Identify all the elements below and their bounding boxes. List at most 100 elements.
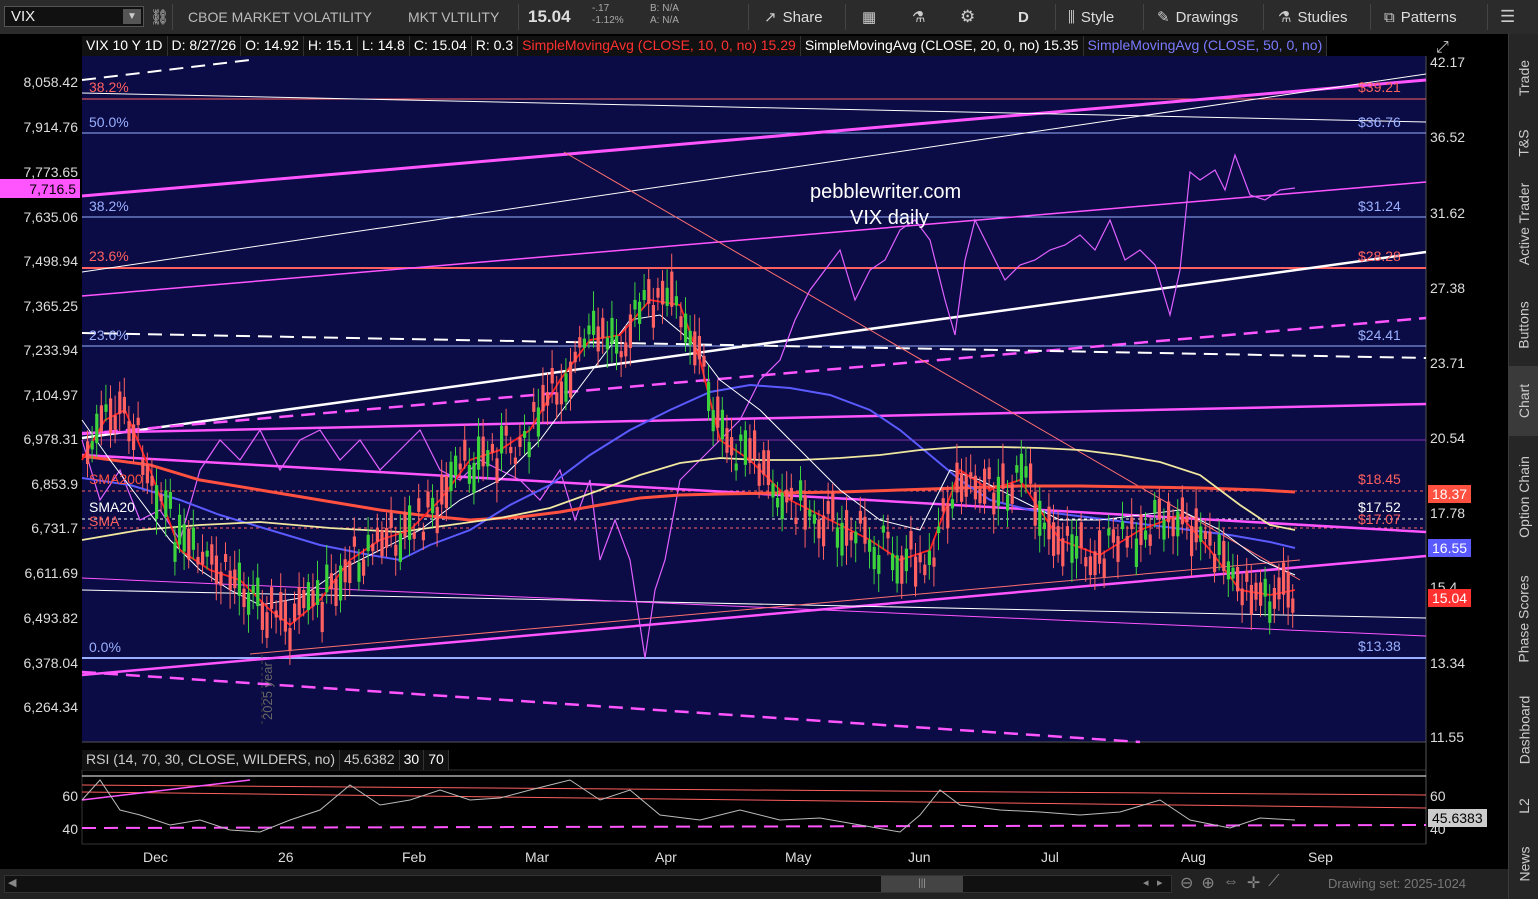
- candle-body: [693, 331, 697, 366]
- chart-area[interactable]: pebblewriter.com VIX daily 2025 year 38.…: [0, 34, 1508, 869]
- candle-body: [743, 430, 747, 465]
- candle-body: [500, 425, 504, 454]
- candle-body: [380, 530, 384, 557]
- link-icon[interactable]: ⛓: [150, 8, 169, 26]
- candle-body: [1024, 466, 1028, 478]
- scroll-left-step-icon[interactable]: ◂: [1143, 876, 1149, 889]
- left-axis-tick: 8,058.42: [24, 74, 79, 90]
- symbol-selector[interactable]: VIX ▼: [4, 6, 144, 27]
- drawings-button[interactable]: ✎ Drawings: [1157, 6, 1238, 28]
- sidebar-tab-buttons[interactable]: Buttons: [1509, 290, 1538, 360]
- gear-icon[interactable]: ⚙: [960, 7, 975, 27]
- sidebar-tab-dashboard[interactable]: Dashboard: [1509, 680, 1538, 780]
- zoom-in-icon[interactable]: ⊕: [1201, 873, 1214, 893]
- rsi-value-tag: 45.6383: [1428, 809, 1487, 827]
- sidebar-tab-option-chain[interactable]: Option Chain: [1509, 442, 1538, 552]
- candle-body: [812, 514, 816, 524]
- sidebar-tab-trade[interactable]: Trade: [1509, 48, 1538, 108]
- candle-body: [1226, 561, 1230, 580]
- studies-button[interactable]: ⚗ Studies: [1278, 6, 1348, 28]
- left-axis-tick: 7,773.65: [24, 164, 79, 180]
- sma20-label[interactable]: SimpleMovingAvg (CLOSE, 20, 0, no) 15.35: [801, 36, 1084, 56]
- rsi-label[interactable]: RSI (14, 70, 30, CLOSE, WILDERS, no): [82, 750, 340, 770]
- crosshair-icon[interactable]: ✛: [1247, 873, 1260, 893]
- candle-body: [339, 565, 343, 601]
- candle-body: [95, 413, 99, 444]
- candle-body: [1259, 582, 1263, 606]
- candle-body: [1217, 534, 1221, 556]
- left-axis-tick: 6,853.9: [31, 476, 78, 492]
- candle-body: [1065, 526, 1069, 536]
- candle-body: [316, 580, 320, 605]
- candle-body: [136, 417, 140, 426]
- candle-body: [886, 531, 890, 539]
- sidebar-tab-news[interactable]: News: [1509, 834, 1538, 894]
- candle-body: [955, 462, 959, 493]
- candle-body: [803, 495, 807, 530]
- candle-body: [205, 550, 209, 557]
- candle-body: [260, 602, 264, 630]
- patterns-button[interactable]: ⧉ Patterns: [1384, 6, 1457, 28]
- grid-layout-icon[interactable]: ▦: [862, 8, 876, 26]
- chevron-down-icon[interactable]: ▼: [123, 9, 141, 24]
- candle-body: [362, 559, 366, 576]
- drawing-set-label[interactable]: Drawing set: 2025-1024: [1328, 876, 1466, 891]
- scrollbar-thumb[interactable]: |||: [881, 876, 963, 892]
- time-axis-tick: Jul: [1041, 849, 1059, 865]
- candle-body: [711, 410, 715, 432]
- scroll-right-step-icon[interactable]: ▸: [1157, 876, 1163, 889]
- fib-label: 0.0%: [89, 639, 121, 655]
- right-axis-tick: 36.52: [1430, 129, 1465, 145]
- candle-body: [587, 325, 591, 335]
- candle-body: [99, 405, 103, 432]
- scroll-left-icon[interactable]: ◀: [8, 876, 16, 889]
- sidebar-tab-label: L2: [1515, 798, 1532, 814]
- style-button[interactable]: ⫼ Style: [1068, 6, 1114, 28]
- bid-ask-block: B: N/A A: N/A: [650, 3, 679, 27]
- menu-icon[interactable]: ☰: [1500, 7, 1515, 27]
- candle-body: [1134, 538, 1138, 567]
- share-button[interactable]: ↗ Share: [764, 6, 823, 28]
- fib-label: 23.6%: [89, 327, 129, 343]
- candle-body: [927, 550, 931, 565]
- candle-body: [90, 441, 94, 450]
- zoom-out-icon[interactable]: ⊖: [1180, 873, 1193, 893]
- sidebar-tab-phase-scores[interactable]: Phase Scores: [1509, 564, 1538, 674]
- time-axis-tick: Feb: [402, 849, 426, 865]
- drawing-tool-icon[interactable]: ⟋: [1268, 873, 1279, 893]
- sma10-name: SimpleMovingAvg (CLOSE, 10, 0, no): [522, 37, 757, 53]
- candle-body: [1249, 584, 1253, 615]
- last-price-tag: 15.04: [1428, 589, 1472, 607]
- right-axis-tick: 31.62: [1430, 205, 1465, 221]
- candle-body: [1075, 536, 1079, 559]
- time-scrollbar[interactable]: ◀ ||| ◂ ▸: [4, 875, 1172, 893]
- divider: [845, 4, 846, 30]
- sidebar-tab-active-trader[interactable]: Active Trader: [1509, 174, 1538, 274]
- aggregation-button[interactable]: D: [1018, 6, 1029, 28]
- candle-body: [592, 310, 596, 335]
- candle-body: [1272, 587, 1276, 609]
- candle-body: [113, 415, 117, 430]
- rsi-left-tick: 60: [62, 788, 78, 804]
- ask: A: N/A: [650, 15, 679, 26]
- sidebar-tab-chart[interactable]: Chart: [1509, 366, 1538, 436]
- sidebar-tab-ts[interactable]: T&S: [1509, 118, 1538, 168]
- sma50-label[interactable]: SimpleMovingAvg (CLOSE, 50, 0, no): [1084, 36, 1328, 56]
- candle-body: [748, 438, 752, 463]
- candle-body: [283, 600, 287, 632]
- flask-icon[interactable]: ⚗: [912, 8, 925, 26]
- right-price-axis: 42.17 36.52 31.62 27.38 23.71 20.54 17.7…: [1430, 54, 1465, 745]
- candle-body: [145, 463, 149, 484]
- sidebar-tab-l2[interactable]: L2: [1509, 786, 1538, 826]
- rsi-high: 70: [424, 750, 449, 770]
- sma10-label[interactable]: SimpleMovingAvg (CLOSE, 10, 0, no) 15.29: [518, 36, 801, 56]
- candle-body: [449, 461, 453, 492]
- candle-body: [863, 516, 867, 544]
- collapse-icon[interactable]: ⤢: [1436, 39, 1449, 56]
- pan-icon[interactable]: ⇔: [1223, 873, 1239, 893]
- candle-body: [375, 528, 379, 542]
- candle-body: [789, 487, 793, 500]
- flask-icon: ⚗: [1278, 9, 1292, 26]
- sidebar-tab-label: News: [1516, 846, 1533, 882]
- candle-body: [329, 573, 333, 589]
